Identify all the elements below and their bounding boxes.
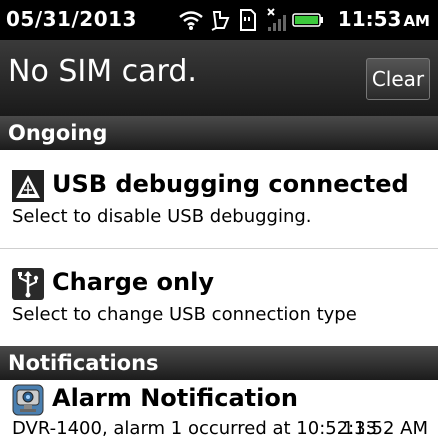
sd-card-icon bbox=[240, 9, 256, 31]
alarm-camera-icon bbox=[12, 384, 44, 416]
notification-title: Charge only bbox=[52, 268, 214, 296]
status-date: 05/31/2013 bbox=[6, 7, 137, 31]
notification-item-charge-only[interactable]: Charge only Select to change USB connect… bbox=[0, 248, 438, 346]
notification-time: 11:52 AM bbox=[342, 418, 428, 439]
status-time-ampm: AM bbox=[403, 12, 430, 30]
wifi-icon bbox=[179, 11, 203, 30]
no-signal-icon bbox=[267, 8, 286, 31]
notification-title: USB debugging connected bbox=[52, 170, 409, 198]
status-time: 11:53 AM bbox=[338, 7, 430, 31]
carrier-label: No SIM card. bbox=[8, 54, 197, 89]
notification-desc: DVR-1400, alarm 1 occurred at 10:52:33 bbox=[12, 418, 378, 439]
notification-desc: Select to change USB connection type bbox=[12, 304, 357, 325]
status-time-value: 11:53 bbox=[337, 7, 402, 31]
status-icons bbox=[178, 6, 324, 34]
section-header-notifications: Notifications bbox=[0, 346, 438, 380]
notification-desc: Select to disable USB debugging. bbox=[12, 206, 312, 227]
status-bar: 05/31/2013 11:53 AM bbox=[0, 0, 438, 40]
notification-item-usb-debugging[interactable]: USB debugging connected Select to disabl… bbox=[0, 150, 438, 248]
notification-item-alarm[interactable]: Alarm Notification DVR-1400, alarm 1 occ… bbox=[0, 380, 438, 448]
battery-icon bbox=[292, 13, 323, 27]
clear-button[interactable]: Clear bbox=[366, 58, 430, 100]
sync-icon bbox=[211, 11, 230, 31]
usb-debugging-icon bbox=[12, 170, 44, 202]
section-header-ongoing: Ongoing bbox=[0, 116, 438, 150]
notification-title: Alarm Notification bbox=[52, 384, 298, 412]
notification-header: No SIM card. Clear bbox=[0, 40, 438, 116]
usb-charge-icon bbox=[12, 268, 44, 300]
